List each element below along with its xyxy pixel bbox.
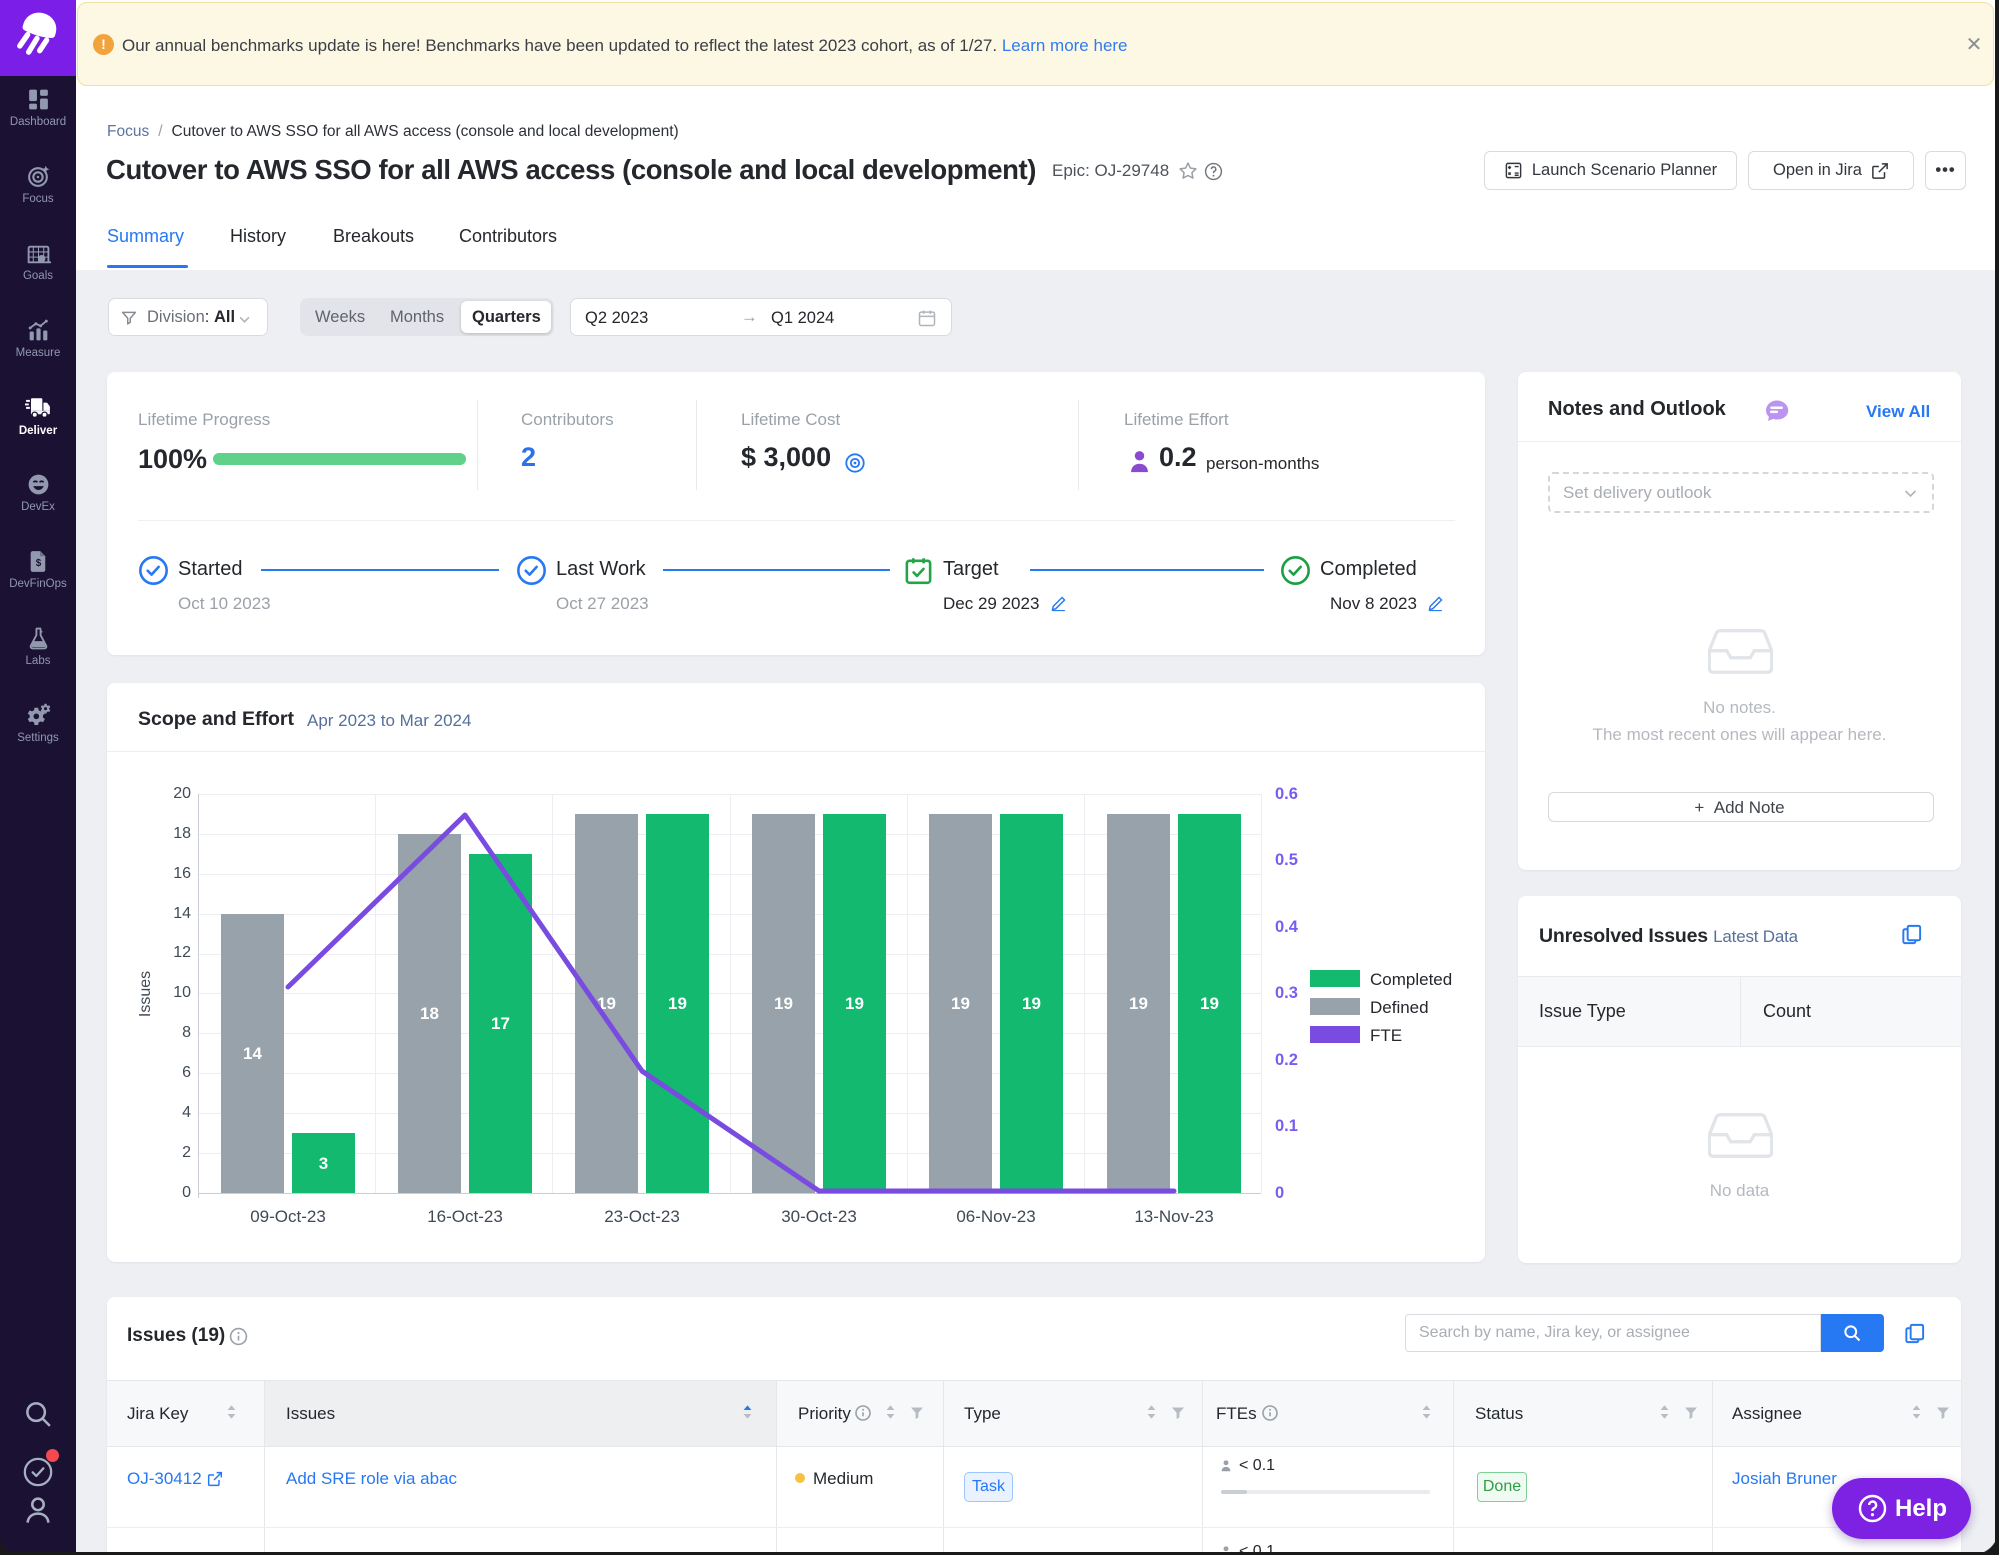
svg-text:$: $ [35,558,41,569]
